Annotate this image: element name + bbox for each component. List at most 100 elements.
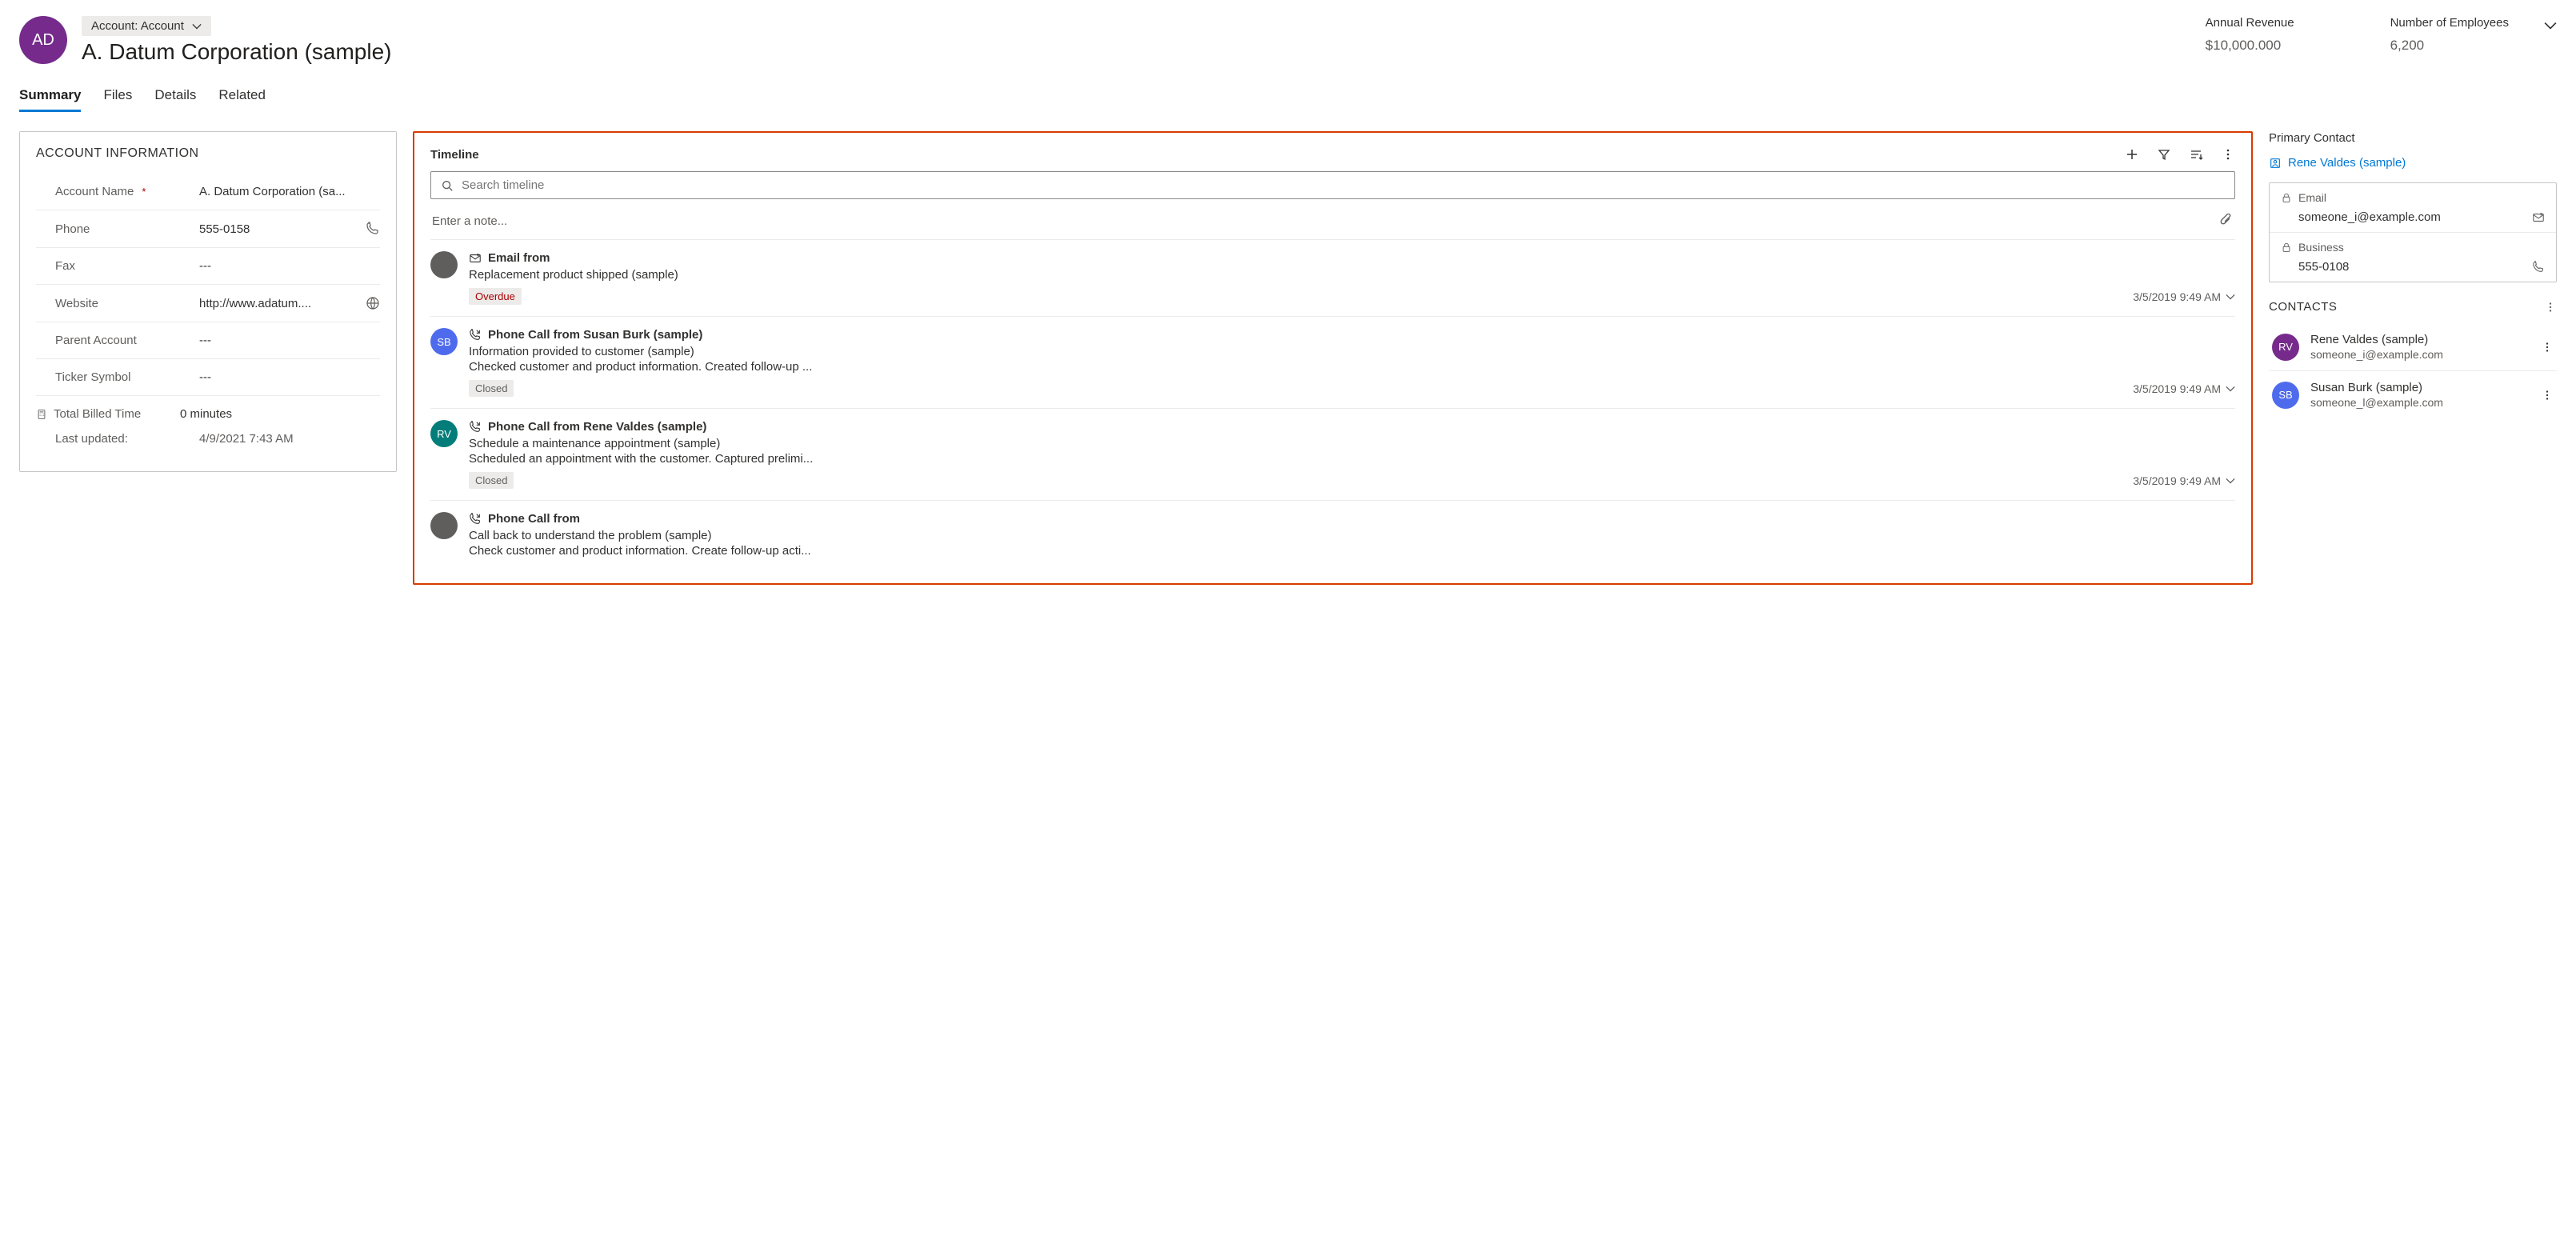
timeline-item-body: Phone Call from Call back to understand t… — [469, 512, 2235, 558]
timeline-item-description: Scheduled an appointment with the custom… — [469, 452, 2235, 466]
field-account-name[interactable]: Account Name * A. Datum Corporation (sa..… — [36, 174, 380, 210]
timeline-item[interactable]: Email fromReplacement product shipped (s… — [430, 240, 2235, 317]
timeline-item-date: 3/5/2019 9:49 AM — [2133, 382, 2235, 395]
chevron-down-icon[interactable] — [2226, 384, 2235, 394]
timeline-item-date: 3/5/2019 9:49 AM — [2133, 290, 2235, 303]
contacts-list: RV Rene Valdes (sample) someone_i@example.… — [2269, 323, 2557, 418]
timeline-item-avatar — [430, 251, 458, 278]
chevron-down-icon — [2544, 19, 2557, 32]
phone-icon[interactable] — [2532, 261, 2545, 274]
ticker-value: --- — [199, 370, 380, 384]
total-billed-value: 0 minutes — [180, 407, 380, 421]
timeline-search-input[interactable] — [462, 178, 2225, 192]
phone-icon[interactable] — [366, 222, 380, 236]
tab-details[interactable]: Details — [154, 87, 196, 112]
status-badge: Closed — [469, 472, 514, 489]
phone-call-icon — [469, 421, 482, 434]
timeline-item[interactable]: Phone Call from Call back to understand t… — [430, 501, 2235, 569]
pc-business-label: Business — [2298, 241, 2344, 254]
timeline-item-avatar: RV — [430, 420, 458, 447]
record-avatar: AD — [19, 16, 67, 64]
tabs: Summary Files Details Related — [19, 87, 2557, 112]
email-icon — [469, 252, 482, 265]
account-info-card: ACCOUNT INFORMATION Account Name* A. Dat… — [19, 131, 397, 472]
search-icon — [441, 179, 454, 192]
account-name-label: Account Name — [55, 185, 134, 198]
field-parent-account[interactable]: Parent Account --- — [36, 322, 380, 359]
globe-icon[interactable] — [366, 296, 380, 310]
employees-value: 6,200 — [2390, 38, 2509, 54]
timeline-item-description: Check customer and product information. … — [469, 544, 2235, 558]
timeline-item[interactable]: RV Phone Call from Rene Valdes (sample) Sc… — [430, 409, 2235, 501]
timeline-item-subject: Call back to understand the problem (sam… — [469, 529, 2235, 542]
sort-icon[interactable] — [2189, 147, 2203, 162]
contact-row[interactable]: SBSusan Burk (sample)someone_l@example.c… — [2269, 371, 2557, 418]
contact-more-button[interactable] — [2541, 389, 2554, 402]
contact-avatar: SB — [2272, 382, 2299, 409]
lock-icon — [2281, 242, 2292, 253]
chevron-down-icon[interactable] — [2226, 292, 2235, 302]
timeline-item-description: Checked customer and product information… — [469, 360, 2235, 374]
parent-account-value: --- — [199, 334, 380, 347]
phone-call-icon — [469, 513, 482, 526]
contact-more-button[interactable] — [2541, 341, 2554, 354]
contact-email: someone_i@example.com — [2310, 348, 2530, 361]
timeline-item-type: Phone Call from Rene Valdes (sample) — [488, 420, 706, 434]
contact-avatar: RV — [2272, 334, 2299, 361]
primary-contact-card: Email someone_i@example.com Business 555… — [2269, 182, 2557, 282]
pc-email-field: Email someone_i@example.com — [2270, 183, 2556, 233]
timeline-item-type: Phone Call from Susan Burk (sample) — [488, 328, 702, 342]
record-title: A. Datum Corporation (sample) — [82, 39, 391, 65]
tab-files[interactable]: Files — [103, 87, 132, 112]
contact-body: Rene Valdes (sample) someone_i@example.co… — [2310, 333, 2530, 361]
timeline-item-date: 3/5/2019 9:49 AM — [2133, 474, 2235, 487]
primary-contact-label: Primary Contact — [2269, 131, 2557, 145]
timeline-card: Timeline Enter a note... Email fromRepla… — [413, 131, 2253, 585]
fax-value: --- — [199, 259, 380, 273]
field-total-billed: Total Billed Time 0 minutes — [36, 396, 380, 432]
required-indicator: * — [142, 186, 146, 198]
timeline-item-subject: Information provided to customer (sample… — [469, 345, 2235, 358]
phone-label: Phone — [55, 222, 191, 236]
timeline-search[interactable] — [430, 171, 2235, 199]
phone-value: 555-0158 — [199, 222, 358, 236]
entity-selector-label: Account: Account — [91, 19, 184, 33]
entity-selector[interactable]: Account: Account — [82, 16, 211, 36]
note-entry[interactable]: Enter a note... — [430, 207, 2235, 240]
contact-name: Rene Valdes (sample) — [2310, 333, 2530, 346]
pc-email-label: Email — [2298, 191, 2326, 204]
timeline-item-avatar — [430, 512, 458, 539]
email-icon[interactable] — [2532, 211, 2545, 224]
timeline-item-subject: Replacement product shipped (sample) — [469, 268, 2235, 282]
status-badge: Closed — [469, 380, 514, 397]
chevron-down-icon[interactable] — [2226, 476, 2235, 486]
attachment-icon[interactable] — [2219, 214, 2234, 228]
revenue-label: Annual Revenue — [2206, 16, 2294, 30]
primary-contact-link[interactable]: Rene Valdes (sample) — [2269, 156, 2557, 170]
more-icon — [2541, 341, 2554, 354]
more-icon[interactable] — [2544, 301, 2557, 314]
timeline-item[interactable]: SBPhone Call from Susan Burk (sample)Inf… — [430, 317, 2235, 409]
calculator-icon — [36, 409, 47, 420]
field-website[interactable]: Website http://www.adatum.... — [36, 285, 380, 322]
timeline-item-body: Phone Call from Susan Burk (sample) Infor… — [469, 328, 2235, 397]
note-placeholder: Enter a note... — [432, 214, 507, 228]
header-expand-button[interactable] — [2544, 19, 2557, 32]
total-billed-label: Total Billed Time — [54, 407, 141, 421]
status-badge: Overdue — [469, 288, 522, 305]
add-icon[interactable] — [2125, 147, 2139, 162]
timeline-item-type: Phone Call from — [488, 512, 580, 526]
field-fax[interactable]: Fax --- — [36, 248, 380, 285]
timeline-title: Timeline — [430, 148, 479, 162]
field-ticker[interactable]: Ticker Symbol --- — [36, 359, 380, 396]
tab-summary[interactable]: Summary — [19, 87, 81, 112]
lock-icon — [2281, 192, 2292, 203]
contact-row[interactable]: RV Rene Valdes (sample) someone_i@example.… — [2269, 323, 2557, 371]
tab-related[interactable]: Related — [218, 87, 266, 112]
account-name-value: A. Datum Corporation (sa... — [199, 185, 380, 198]
field-phone[interactable]: Phone 555-0158 — [36, 210, 380, 248]
website-value: http://www.adatum.... — [199, 297, 358, 310]
filter-icon[interactable] — [2157, 147, 2171, 162]
last-updated-value: 4/9/2021 7:43 AM — [199, 432, 380, 446]
more-icon[interactable] — [2221, 147, 2235, 162]
